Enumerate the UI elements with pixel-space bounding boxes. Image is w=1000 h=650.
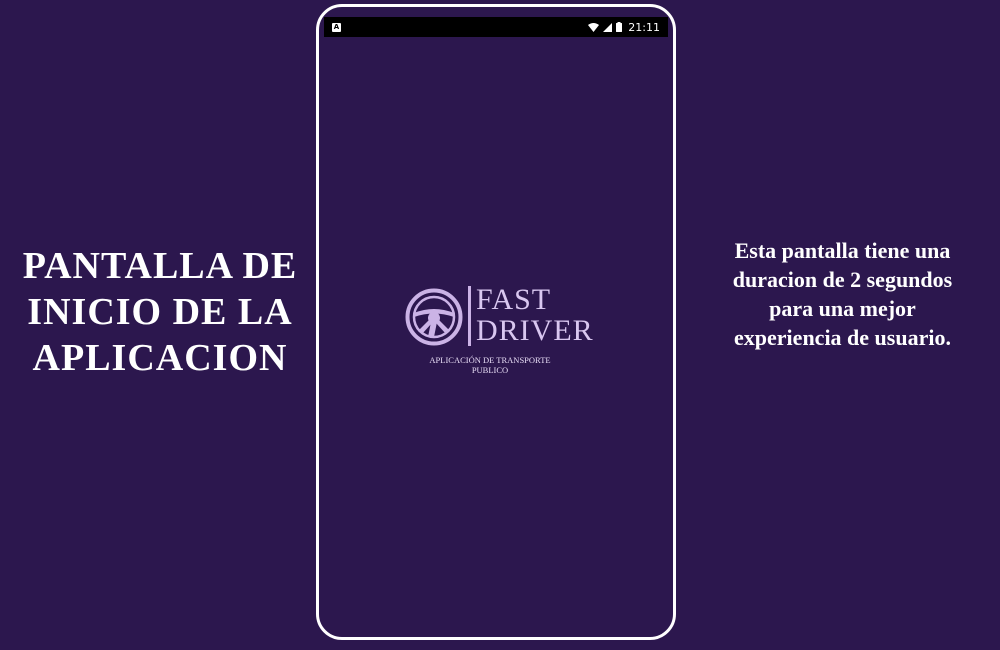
logo-divider	[468, 286, 471, 346]
description-line-3: para una mejor	[769, 296, 916, 321]
description-line-2: duracion de 2 segundos	[732, 267, 953, 292]
wifi-icon	[588, 22, 600, 32]
brand-name-fast: FAST	[476, 283, 552, 316]
screen-description: Esta pantalla tiene una duracion de 2 se…	[690, 236, 995, 352]
battery-icon	[616, 22, 623, 32]
status-bar: A 21:11	[324, 17, 668, 37]
tagline-line-1: APLICACIÓN DE TRANSPORTE	[429, 355, 551, 365]
status-icons: 21:11	[588, 21, 660, 34]
android-notification-icon: A	[332, 22, 341, 32]
status-clock: 21:11	[628, 20, 660, 34]
logo-tagline: APLICACIÓN DE TRANSPORTE PUBLICO	[404, 355, 576, 375]
steering-wheel-icon	[405, 288, 463, 346]
phone-frame: A 21:11 FAST DRIVER APLICACIÓN DE TRANSP…	[316, 4, 676, 640]
title-line-2: INICIO DE LA	[27, 291, 293, 333]
brand-name-driver: DRIVER	[476, 314, 594, 347]
fast-driver-logo: FAST DRIVER APLICACIÓN DE TRANSPORTE PUB…	[404, 282, 604, 392]
screen-title: PANTALLA DE INICIO DE LA APLICACION	[0, 243, 320, 381]
tagline-line-2: PUBLICO	[471, 365, 509, 375]
title-line-1: PANTALLA DE	[22, 245, 298, 287]
title-line-3: APLICACION	[32, 337, 288, 379]
description-line-4: experiencia de usuario.	[734, 325, 951, 350]
description-line-1: Esta pantalla tiene una	[734, 238, 951, 263]
signal-icon	[603, 22, 613, 32]
